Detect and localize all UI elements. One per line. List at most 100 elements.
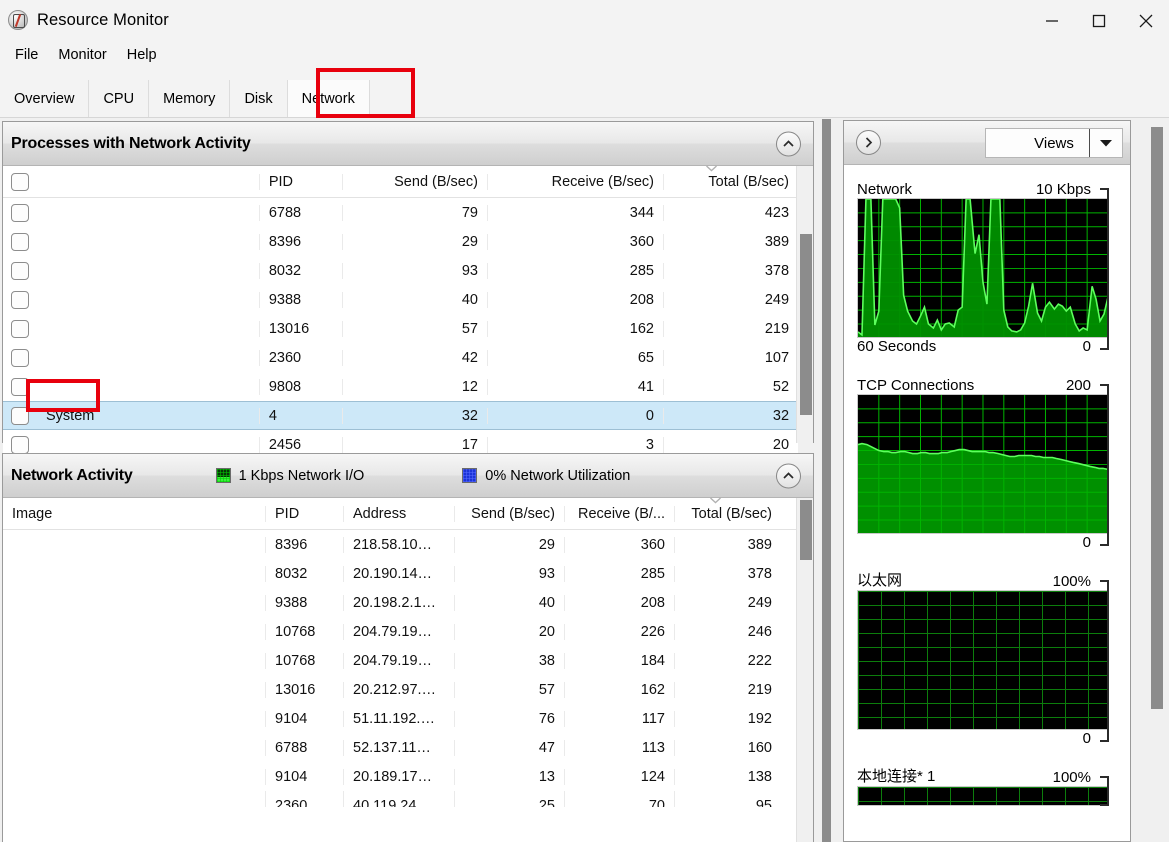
processes-scrollbar-thumb[interactable] — [800, 234, 812, 415]
processes-table-scrollbar[interactable] — [796, 166, 813, 443]
col-pid[interactable]: PID — [265, 505, 343, 522]
row-checkbox-cell[interactable] — [3, 261, 37, 280]
col-pid[interactable]: PID — [258, 173, 342, 190]
col-total[interactable]: Total (B/sec) — [662, 173, 798, 190]
row-checkbox-cell[interactable] — [3, 203, 37, 222]
row-checkbox-cell[interactable] — [3, 232, 37, 251]
row-checkbox[interactable] — [11, 435, 29, 454]
cell-send: 57 — [342, 320, 487, 337]
cell-address: 52.137.11… — [343, 739, 454, 756]
chevron-up-icon[interactable] — [776, 463, 801, 488]
table-row[interactable]: 10768 204.79.19… 20 226 246 — [3, 617, 798, 646]
cell-send: 79 — [342, 204, 487, 221]
row-checkbox[interactable] — [11, 319, 29, 338]
maximize-button[interactable] — [1075, 0, 1122, 41]
network-activity-panel-header[interactable]: Network Activity 1 Kbps Network I/O 0% N… — [3, 454, 813, 498]
cell-pid: 8396 — [258, 233, 342, 250]
row-checkbox[interactable] — [11, 377, 29, 396]
table-row-partial[interactable]: 2360 40.119.24… 25 70 95 — [3, 791, 798, 807]
tcp-graph-min: 0 — [1082, 534, 1091, 551]
menu-help[interactable]: Help — [118, 45, 166, 65]
tab-overview[interactable]: Overview — [0, 80, 90, 117]
row-checkbox-cell[interactable] — [3, 290, 37, 309]
table-row[interactable]: 8396 218.58.10… 29 360 389 — [3, 530, 798, 559]
table-row[interactable]: 6788 52.137.11… 47 113 160 — [3, 733, 798, 762]
col-image[interactable]: Image — [3, 506, 265, 522]
cell-pid: 13016 — [265, 681, 343, 698]
table-row[interactable]: 9388 20.198.2.1… 40 208 249 — [3, 588, 798, 617]
row-checkbox-cell[interactable] — [3, 377, 37, 396]
table-row[interactable]: 8032 20.190.14… 93 285 378 — [3, 559, 798, 588]
processes-panel-header[interactable]: Processes with Network Activity — [3, 122, 813, 166]
tab-cpu[interactable]: CPU — [89, 80, 150, 117]
cell-address: 204.79.19… — [343, 623, 454, 640]
select-all-checkbox[interactable] — [11, 172, 29, 191]
tcp-graph-bracket — [1100, 384, 1109, 546]
col-receive[interactable]: Receive (B/... — [564, 505, 674, 522]
cell-receive: 124 — [564, 768, 674, 785]
views-button[interactable]: Views — [985, 128, 1123, 158]
close-button[interactable] — [1122, 0, 1169, 41]
row-checkbox-cell[interactable] — [3, 435, 37, 454]
row-checkbox[interactable] — [11, 290, 29, 309]
ethernet-graph-footer: 0 — [857, 730, 1117, 754]
cell-receive: 344 — [486, 204, 663, 221]
table-row[interactable]: 9104 20.189.17… 13 124 138 — [3, 762, 798, 791]
row-checkbox[interactable] — [11, 232, 29, 251]
ethernet-graph-canvas — [857, 590, 1109, 730]
table-row[interactable]: 10768 204.79.19… 38 184 222 — [3, 646, 798, 675]
chevron-right-icon[interactable] — [856, 130, 881, 155]
network-activity-scrollbar-thumb[interactable] — [800, 500, 812, 560]
cell-address: 20.212.97.… — [343, 681, 454, 698]
tcp-graph-canvas — [857, 394, 1109, 534]
cell-total: 219 — [662, 320, 798, 337]
select-all-checkbox-cell[interactable] — [3, 172, 37, 191]
table-row[interactable]: 6788 79 344 423 — [3, 198, 798, 227]
table-row[interactable]: 8396 29 360 389 — [3, 227, 798, 256]
window-controls — [1028, 0, 1169, 41]
table-row[interactable]: 2360 42 65 107 — [3, 343, 798, 372]
row-checkbox[interactable] — [11, 261, 29, 280]
menu-monitor[interactable]: Monitor — [49, 45, 115, 65]
col-send[interactable]: Send (B/sec) — [454, 505, 564, 522]
col-send[interactable]: Send (B/sec) — [342, 173, 487, 190]
processes-table-header: Image PID Send (B/sec) Receive (B/sec) T… — [3, 164, 798, 198]
row-checkbox[interactable] — [11, 203, 29, 222]
row-checkbox-cell[interactable] — [3, 348, 37, 367]
tab-disk[interactable]: Disk — [230, 80, 288, 117]
network-activity-table-scrollbar[interactable] — [796, 498, 813, 842]
table-row[interactable]: 13016 57 162 219 — [3, 314, 798, 343]
row-checkbox-cell[interactable] — [3, 406, 37, 425]
ethernet-graph-block: 以太网 100% 0 — [857, 566, 1117, 754]
col-receive[interactable]: Receive (B/sec) — [486, 173, 663, 190]
tab-memory[interactable]: Memory — [149, 80, 231, 117]
panel-splitter[interactable] — [817, 119, 837, 842]
table-row[interactable]: 9808 12 41 52 — [3, 372, 798, 401]
col-address[interactable]: Address — [343, 505, 454, 522]
table-row-selected-system[interactable]: System 4 32 0 32 — [3, 401, 798, 430]
cell-address: 20.198.2.1… — [343, 594, 454, 611]
row-checkbox[interactable] — [11, 406, 29, 425]
col-image[interactable]: Image — [37, 174, 259, 190]
cell-send: 25 — [454, 791, 564, 807]
resource-monitor-icon — [8, 10, 28, 30]
col-total[interactable]: Total (B/sec) — [674, 505, 781, 522]
cell-image — [3, 791, 265, 807]
side-panel-scrollbar[interactable] — [1148, 124, 1165, 837]
menu-file[interactable]: File — [6, 45, 47, 65]
chevron-up-icon[interactable] — [776, 131, 801, 156]
minimize-button[interactable] — [1028, 0, 1075, 41]
row-checkbox-cell[interactable] — [3, 319, 37, 338]
table-row[interactable]: 8032 93 285 378 — [3, 256, 798, 285]
processes-with-network-activity-panel: Processes with Network Activity Image PI… — [2, 121, 814, 459]
table-row[interactable]: 9104 51.11.192.… 76 117 192 — [3, 704, 798, 733]
table-row[interactable]: 9388 40 208 249 — [3, 285, 798, 314]
caret-down-icon[interactable] — [1089, 129, 1112, 157]
side-panel-column: Views Network 10 Kbps 60 Seconds 0 TCP C… — [838, 119, 1169, 842]
side-panel-scrollbar-thumb[interactable] — [1151, 127, 1163, 709]
splitter-handle[interactable] — [822, 119, 831, 842]
tab-network[interactable]: Network — [287, 80, 370, 117]
table-row[interactable]: 13016 20.212.97.… 57 162 219 — [3, 675, 798, 704]
row-checkbox[interactable] — [11, 348, 29, 367]
cell-total: 219 — [674, 681, 781, 698]
